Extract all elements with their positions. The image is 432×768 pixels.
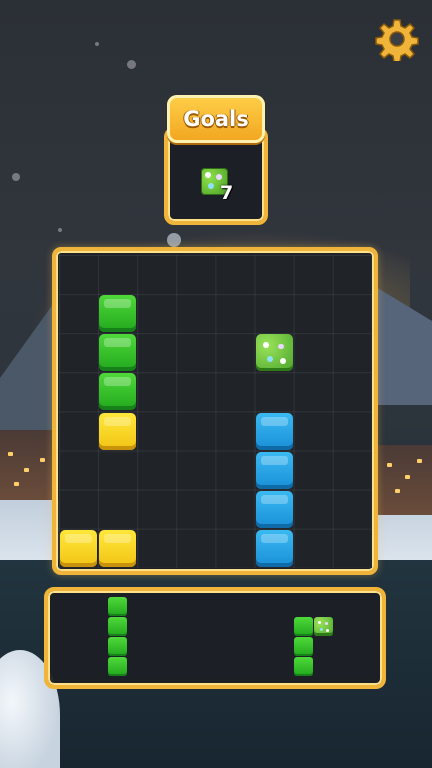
snowflake (95, 42, 99, 46)
game-board-grid[interactable] (59, 255, 372, 568)
yellow-block (60, 529, 97, 567)
piece-tray (44, 587, 386, 689)
goal-count: 7 (220, 182, 234, 204)
gear-icon (375, 19, 419, 63)
green-block (99, 295, 137, 333)
goals-header: Goals (167, 95, 265, 143)
settings-button[interactable] (375, 17, 419, 63)
snowflake (127, 60, 136, 69)
green-mini-block (108, 637, 127, 656)
green-mini-block (108, 597, 127, 616)
village-houses-right (377, 445, 432, 515)
green-mini-block (108, 617, 127, 636)
flower-tile (255, 334, 293, 372)
green-mini-block (294, 617, 313, 636)
blue-block (255, 451, 293, 489)
yellow-block (99, 529, 137, 567)
blue-block (255, 490, 293, 528)
green-mini-block (108, 657, 127, 676)
moon (167, 233, 181, 247)
green-mini-block (294, 657, 313, 676)
yellow-block (99, 412, 137, 450)
goals-title: Goals (183, 107, 249, 131)
snowflake (12, 173, 20, 181)
blue-block (255, 412, 293, 450)
blue-block (255, 529, 293, 567)
green-block (99, 373, 137, 411)
green-block (99, 334, 137, 372)
green-mini-block (294, 637, 313, 656)
flower-tile (314, 617, 333, 636)
village-houses-left (0, 430, 60, 500)
snowflake (58, 228, 62, 232)
